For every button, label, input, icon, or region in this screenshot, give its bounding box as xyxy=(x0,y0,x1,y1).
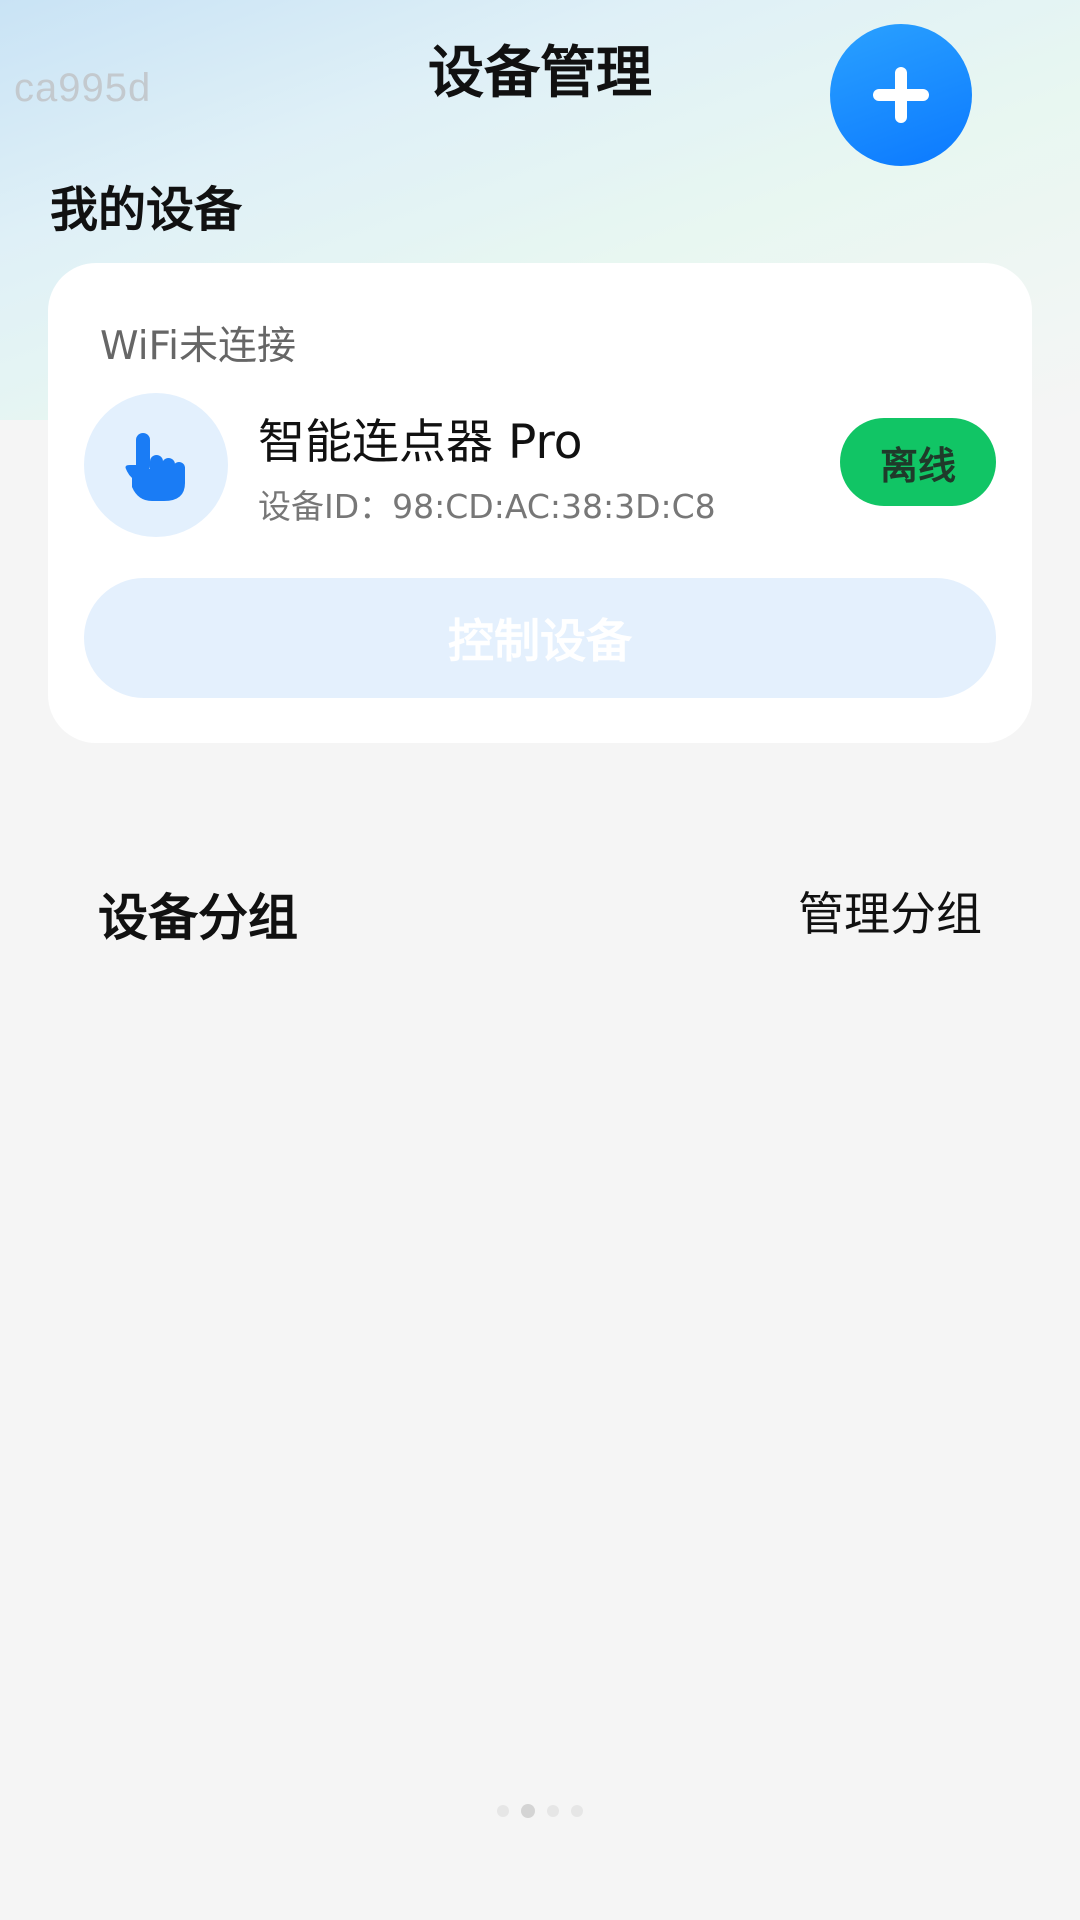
device-avatar xyxy=(84,393,228,537)
add-device-button[interactable] xyxy=(830,24,972,166)
status-badge: 离线 xyxy=(840,418,996,506)
page-dot xyxy=(497,1805,509,1817)
device-id: 设备ID：98:CD:AC:38:3D:C8 xyxy=(258,487,716,526)
wifi-status-text: WiFi未连接 xyxy=(100,324,296,369)
page-dot xyxy=(571,1805,583,1817)
device-card: WiFi未连接 智能连点器 Pro 设备ID：98:CD:AC:38:3D:C8… xyxy=(48,263,1032,743)
device-name: 智能连点器 Pro xyxy=(258,415,583,470)
pointing-hand-icon xyxy=(125,433,185,501)
page-dot-active xyxy=(521,1804,535,1818)
manage-groups-link[interactable]: 管理分组 xyxy=(798,878,982,944)
control-device-button[interactable]: 控制设备 xyxy=(84,578,996,698)
device-groups-title: 设备分组 xyxy=(98,889,298,947)
plus-icon xyxy=(873,67,929,123)
page-indicator xyxy=(0,1804,1080,1818)
my-devices-title: 我的设备 xyxy=(50,182,243,238)
page-dot xyxy=(547,1805,559,1817)
